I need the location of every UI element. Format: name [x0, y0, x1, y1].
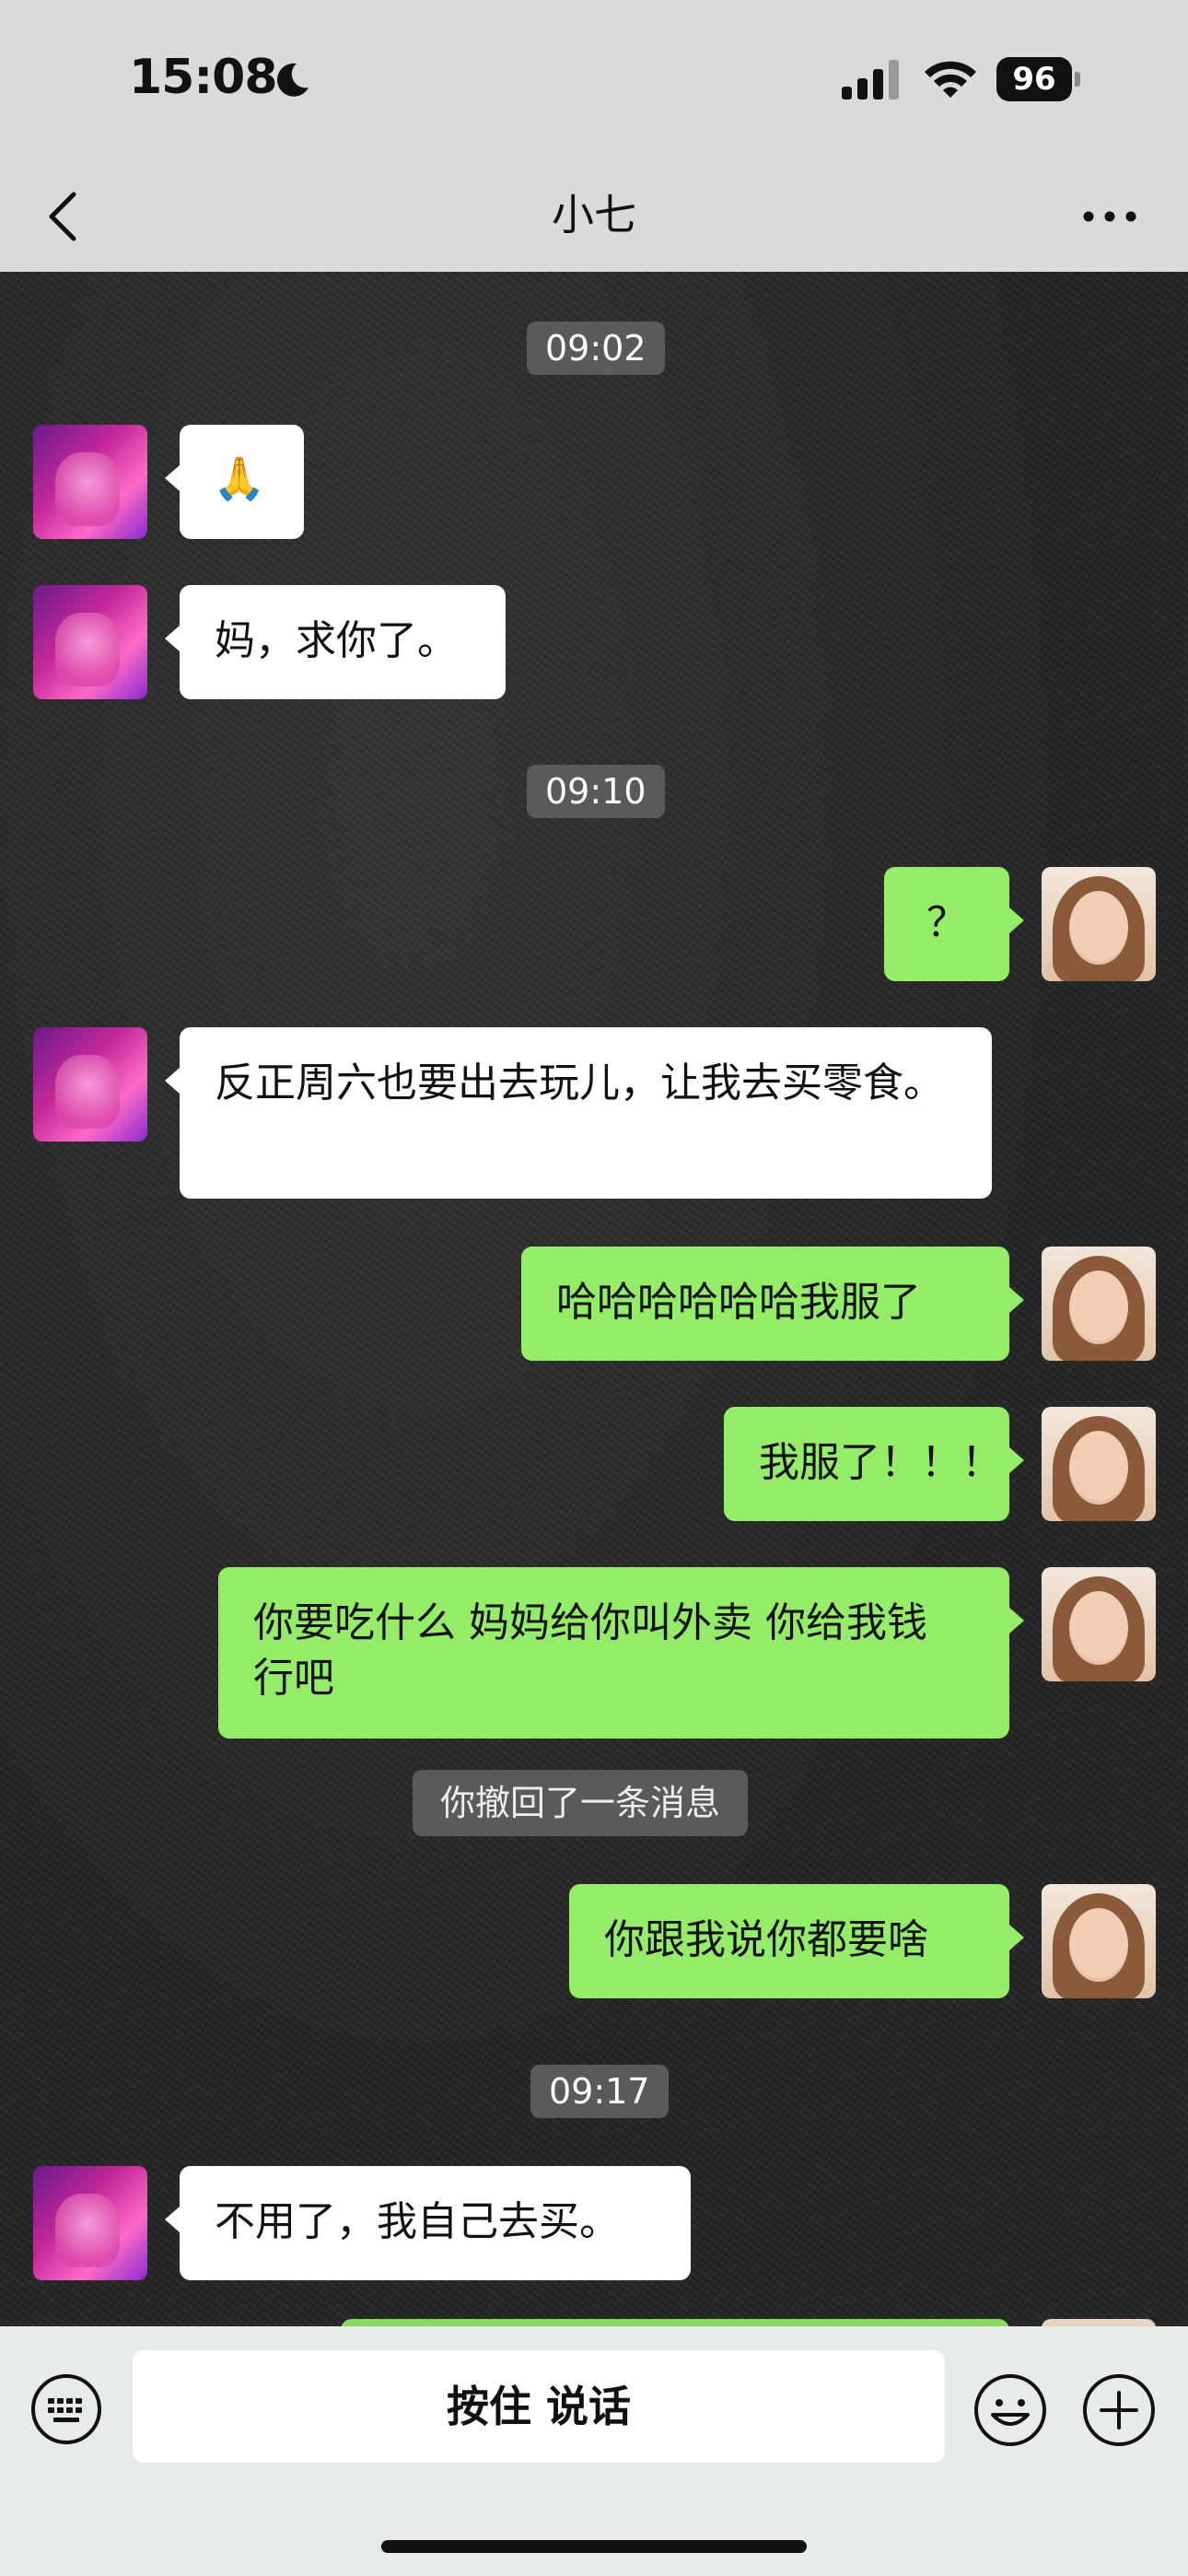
- my-avatar[interactable]: [1042, 1567, 1156, 1681]
- chat-title: 小七: [552, 190, 636, 240]
- moon-icon: [277, 63, 309, 97]
- contact-avatar[interactable]: [33, 2166, 147, 2280]
- keyboard-icon[interactable]: [29, 2372, 103, 2446]
- chat-area[interactable]: 09:02 🙏 妈，求你了。 09:10 ？ 反正周六也要出去玩儿，让我去买零食…: [0, 272, 1188, 2326]
- wifi-icon: [925, 61, 976, 98]
- contact-avatar[interactable]: [33, 425, 147, 539]
- timestamp: 09:02: [527, 322, 665, 375]
- more-options-icon[interactable]: [1077, 191, 1142, 242]
- message-bubble-sent[interactable]: 你要吃什么 妈妈给你叫外卖 你给我钱 行吧: [218, 1567, 1024, 1739]
- timestamp: 09:10: [527, 765, 665, 818]
- message-bubble-sent-partial[interactable]: [341, 2319, 1009, 2326]
- message-bubble-sent[interactable]: 你跟我说你都要啥: [569, 1884, 1024, 1998]
- message-bubble-received[interactable]: 妈，求你了。: [165, 585, 506, 699]
- hold-to-talk-button[interactable]: 按住 说话: [133, 2350, 945, 2463]
- message-bubble-sent[interactable]: 我服了！！！: [724, 1407, 1024, 1521]
- battery-indicator: 96: [996, 57, 1081, 101]
- status-time: 15:08: [129, 50, 278, 105]
- back-arrow-icon[interactable]: [37, 183, 92, 250]
- my-avatar[interactable]: [1042, 867, 1156, 981]
- message-bubble-received[interactable]: 不用了，我自己去买。: [165, 2166, 691, 2280]
- my-avatar[interactable]: [1042, 1884, 1156, 1998]
- my-avatar[interactable]: [1042, 1407, 1156, 1521]
- my-avatar-partial[interactable]: [1042, 2319, 1156, 2326]
- message-bubble-received[interactable]: 反正周六也要出去玩儿，让我去买零食。: [165, 1027, 992, 1199]
- contact-avatar[interactable]: [33, 585, 147, 699]
- my-avatar[interactable]: [1042, 1247, 1156, 1361]
- message-bubble-sent[interactable]: 哈哈哈哈哈哈我服了: [521, 1247, 1024, 1361]
- plus-icon[interactable]: [1081, 2372, 1157, 2448]
- battery-level: 96: [996, 57, 1072, 101]
- emoji-icon[interactable]: [973, 2372, 1048, 2448]
- home-indicator: [381, 2540, 807, 2553]
- nav-bar: 小七: [0, 161, 1188, 272]
- recall-notice: 你撤回了一条消息: [413, 1770, 749, 1836]
- message-bubble-sent[interactable]: ？: [884, 867, 1024, 981]
- timestamp: 09:17: [530, 2065, 669, 2118]
- input-bar: 按住 说话: [0, 2326, 1188, 2576]
- cellular-signal-icon: [842, 60, 899, 100]
- battery-cap: [1075, 72, 1080, 87]
- message-bubble-received[interactable]: 🙏: [165, 425, 304, 539]
- contact-avatar[interactable]: [33, 1027, 147, 1142]
- status-bar: 15:08 96: [0, 0, 1188, 161]
